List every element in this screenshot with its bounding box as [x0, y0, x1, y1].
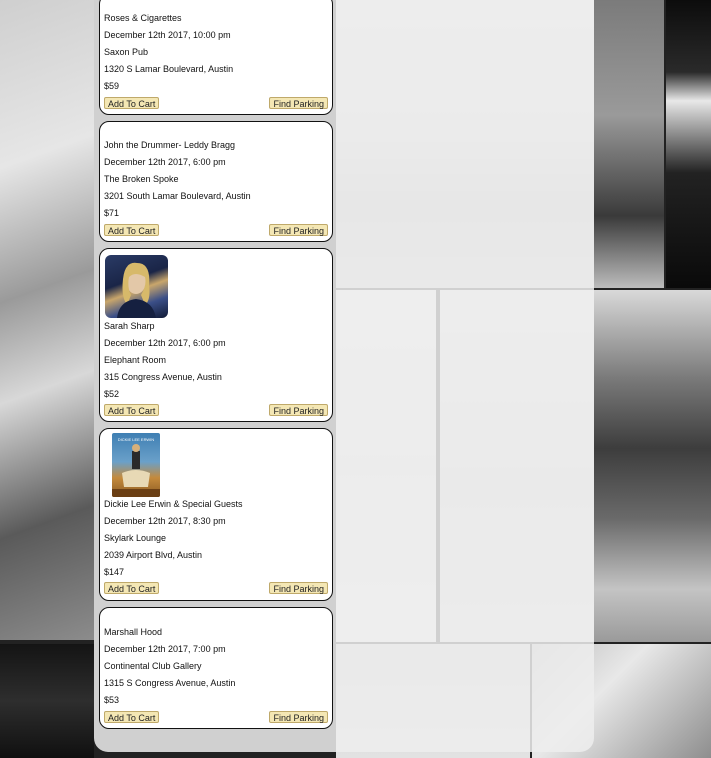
event-address: 315 Congress Avenue, Austin: [104, 372, 222, 382]
event-price: $59: [104, 81, 120, 91]
event-price: $147: [104, 567, 125, 577]
find-parking-button[interactable]: Find Parking: [269, 224, 328, 236]
add-to-cart-button[interactable]: Add To Cart: [104, 97, 160, 109]
background-photo-smiling-woman: [0, 0, 94, 640]
find-parking-button[interactable]: Find Parking: [269, 711, 328, 723]
event-price: $52: [104, 389, 120, 399]
event-date: December 12th 2017, 8:30 pm: [104, 516, 226, 526]
event-address: 1320 S Lamar Boulevard, Austin: [104, 64, 234, 74]
event-card: Roses & Cigarettes December 12th 2017, 1…: [99, 0, 333, 115]
event-date: December 12th 2017, 6:00 pm: [104, 157, 226, 167]
album-cover: DICKIE LEE ERWIN: [112, 433, 160, 497]
event-card: DICKIE LEE ERWIN Dickie Lee Erwin & Spec…: [99, 428, 333, 601]
event-artist: Roses & Cigarettes: [104, 13, 182, 23]
event-date: December 12th 2017, 10:00 pm: [104, 30, 231, 40]
event-date: December 12th 2017, 6:00 pm: [104, 338, 226, 348]
event-artist: Sarah Sharp: [104, 321, 155, 331]
artist-photo: [105, 255, 168, 318]
find-parking-button[interactable]: Find Parking: [269, 582, 328, 594]
add-to-cart-button[interactable]: Add To Cart: [104, 711, 160, 723]
background-photo-stage-lights: [666, 0, 711, 288]
event-price: $53: [104, 695, 120, 705]
event-price: $71: [104, 208, 120, 218]
album-cover-graphic: DICKIE LEE ERWIN: [112, 437, 160, 497]
event-venue: Saxon Pub: [104, 47, 149, 57]
event-venue: The Broken Spoke: [104, 174, 179, 184]
find-parking-button[interactable]: Find Parking: [269, 404, 328, 416]
event-venue: Skylark Lounge: [104, 533, 167, 543]
event-address: 2039 Airport Blvd, Austin: [104, 550, 203, 560]
album-cover-title: DICKIE LEE ERWIN: [118, 437, 154, 442]
background-photo-confetti-concert: [594, 0, 664, 288]
event-address: 1315 S Congress Avenue, Austin: [104, 678, 236, 688]
event-card: John the Drummer- Leddy Bragg December 1…: [99, 121, 333, 242]
event-date: December 12th 2017, 7:00 pm: [104, 644, 226, 654]
background-photo-string-lights: [0, 644, 94, 758]
event-venue: Elephant Room: [104, 355, 167, 365]
add-to-cart-button[interactable]: Add To Cart: [104, 582, 160, 594]
background-photo-patio: [594, 290, 711, 642]
artist-photo-graphic: [117, 262, 156, 318]
add-to-cart-button[interactable]: Add To Cart: [104, 404, 160, 416]
event-venue: Continental Club Gallery: [104, 661, 202, 671]
event-artist: Marshall Hood: [104, 627, 163, 637]
event-artist: Dickie Lee Erwin & Special Guests: [104, 499, 243, 509]
find-parking-button[interactable]: Find Parking: [269, 97, 328, 109]
event-artist: John the Drummer- Leddy Bragg: [104, 140, 236, 150]
add-to-cart-button[interactable]: Add To Cart: [104, 224, 160, 236]
event-card: Marshall Hood December 12th 2017, 7:00 p…: [99, 607, 333, 729]
event-address: 3201 South Lamar Boulevard, Austin: [104, 191, 251, 201]
event-card: Sarah Sharp December 12th 2017, 6:00 pm …: [99, 248, 333, 422]
